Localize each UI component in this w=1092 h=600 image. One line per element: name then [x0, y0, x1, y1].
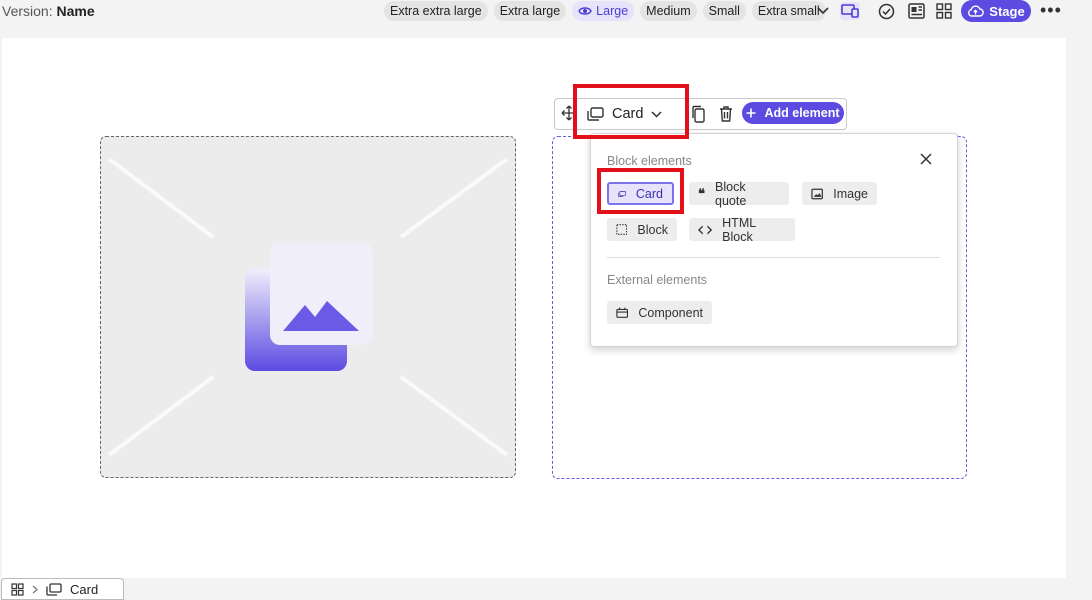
chevron-right-icon: [32, 585, 38, 593]
chevron-down-icon[interactable]: [813, 2, 833, 20]
cloud-upload-icon: [968, 5, 985, 17]
add-element-button[interactable]: Add element: [742, 102, 844, 124]
card-icon: [618, 190, 626, 197]
close-icon[interactable]: [919, 152, 933, 166]
version-info: Version: Name: [2, 3, 95, 19]
move-icon[interactable]: [561, 105, 577, 121]
option-image[interactable]: Image: [802, 182, 877, 205]
option-block[interactable]: Block: [607, 218, 677, 241]
layout-icon[interactable]: [906, 2, 926, 20]
element-type-dropdown[interactable]: Card: [587, 103, 662, 125]
version-name: Name: [56, 3, 95, 19]
breakpoint-small[interactable]: Small: [702, 1, 746, 21]
option-card[interactable]: Card: [607, 182, 674, 205]
element-toolbar: Card Add element: [554, 98, 847, 130]
trash-icon[interactable]: [717, 105, 735, 123]
option-html-block[interactable]: HTML Block: [689, 216, 795, 244]
chevron-down-icon: [651, 110, 662, 118]
breakpoint-large[interactable]: Large: [572, 1, 635, 21]
breakpoint-selector: Extra extra large Extra large Large Medi…: [384, 1, 826, 21]
add-element-popup: Block elements Card ❝ Block quote Image …: [590, 133, 958, 347]
check-circle-icon[interactable]: [876, 2, 896, 20]
quote-icon: ❝: [698, 185, 705, 201]
code-icon: [698, 225, 713, 234]
external-elements-heading: External elements: [607, 273, 708, 287]
plus-icon: [746, 108, 756, 118]
image-placeholder[interactable]: [100, 136, 516, 478]
card-icon: [587, 107, 604, 121]
top-bar: Version: Name Extra extra large Extra la…: [0, 0, 1092, 24]
grid-icon[interactable]: [11, 582, 24, 596]
breadcrumb-current[interactable]: Card: [70, 582, 98, 597]
component-icon: [616, 307, 629, 318]
block-elements-heading: Block elements: [607, 154, 692, 168]
breakpoint-extra-large[interactable]: Extra large: [493, 1, 567, 21]
option-block-quote[interactable]: ❝ Block quote: [689, 180, 789, 208]
version-label: Version:: [2, 3, 53, 19]
element-type-label: Card: [612, 106, 644, 122]
devices-icon[interactable]: [840, 2, 860, 20]
breakpoint-extra-extra-large[interactable]: Extra extra large: [384, 1, 488, 21]
image-icon: [811, 188, 823, 199]
eye-icon: [578, 7, 592, 15]
grid-icon[interactable]: [934, 2, 954, 20]
popup-divider: [607, 257, 940, 258]
card-icon: [46, 582, 62, 596]
breakpoint-medium[interactable]: Medium: [640, 1, 697, 21]
stage-button[interactable]: Stage: [961, 0, 1031, 22]
option-component[interactable]: Component: [607, 301, 712, 324]
image-icon: [245, 243, 373, 371]
duplicate-icon[interactable]: [690, 105, 708, 123]
more-options-icon[interactable]: •••: [1040, 0, 1062, 20]
block-icon: [616, 224, 628, 235]
